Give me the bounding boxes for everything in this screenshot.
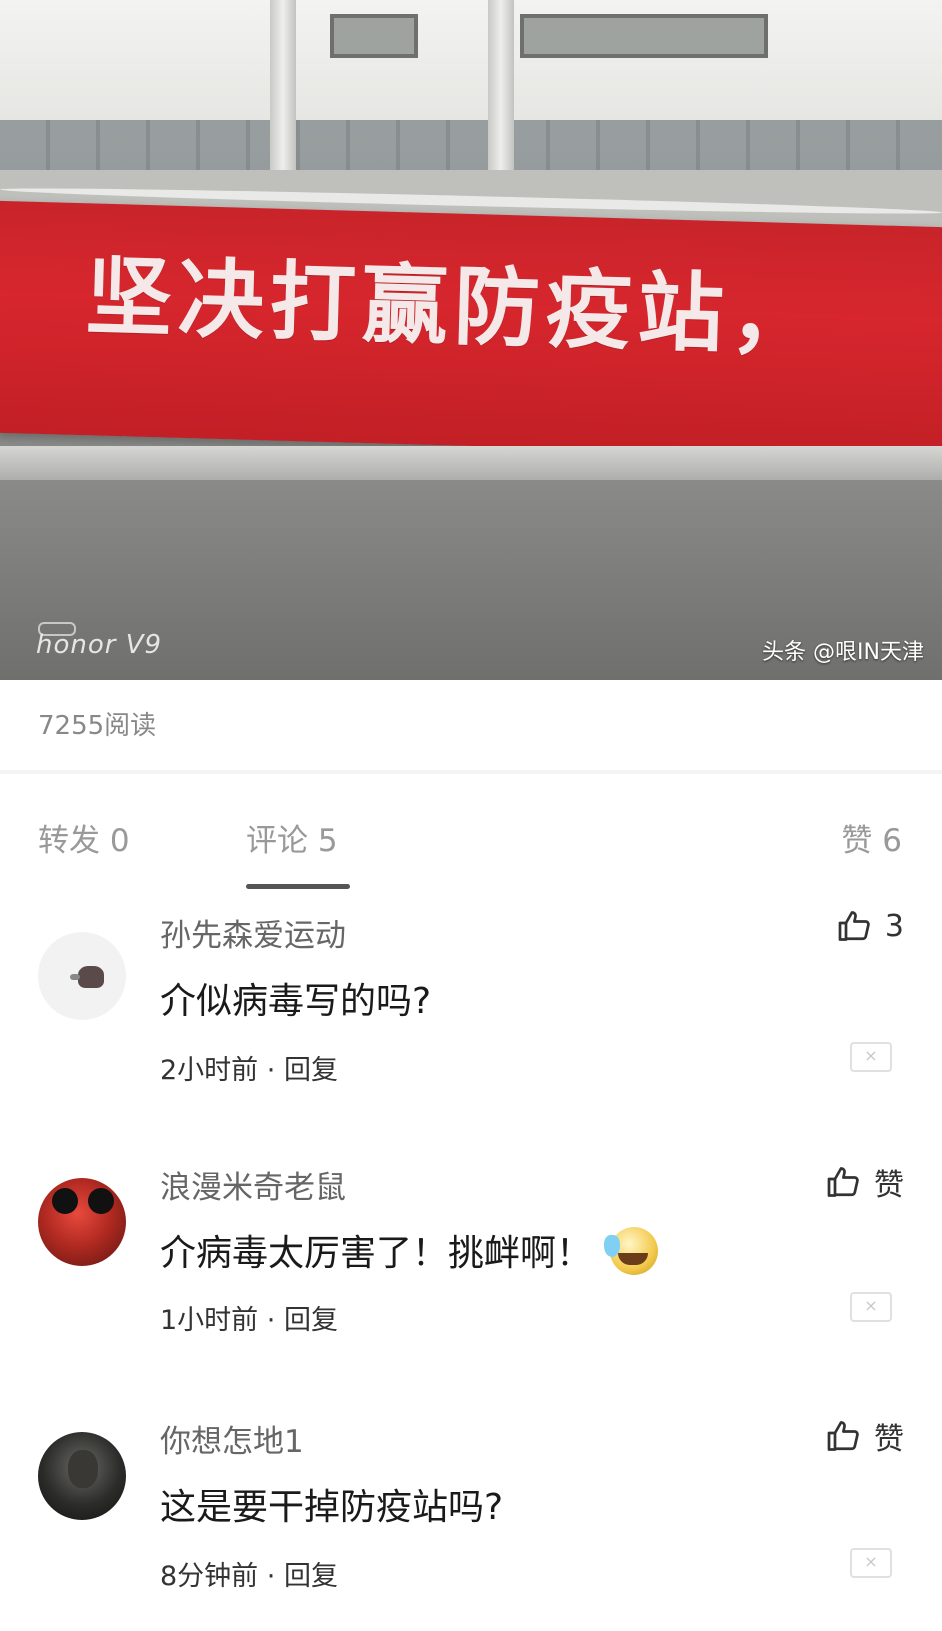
source-watermark: 头条 @哏IN天津 bbox=[762, 640, 924, 665]
thumb-up-icon bbox=[838, 911, 870, 941]
comment-text: 介病毒太厉害了！挑衅啊！ bbox=[160, 1224, 659, 1279]
dislike-close-button[interactable]: × bbox=[850, 1292, 892, 1322]
comment-username[interactable]: 你想怎地1 bbox=[160, 1416, 304, 1461]
dislike-close-button[interactable]: × bbox=[850, 1548, 892, 1578]
reply-button[interactable]: 回复 bbox=[284, 1305, 338, 1336]
comment-meta: 1小时前 · 回复 bbox=[160, 1298, 338, 1337]
tab-forward[interactable]: 转发 0 bbox=[38, 815, 130, 860]
meta-separator: · bbox=[266, 1055, 284, 1086]
avatar[interactable] bbox=[38, 1178, 126, 1266]
tab-likes[interactable]: 赞 6 bbox=[841, 815, 902, 860]
photo-curb bbox=[0, 446, 942, 484]
avatar-figure bbox=[78, 966, 104, 988]
section-divider bbox=[0, 770, 942, 774]
post-photo[interactable]: 坚决打赢防疫站， honor V9 头条 @哏IN天津 bbox=[0, 0, 942, 680]
comment-username[interactable]: 孙先森爱运动 bbox=[160, 910, 346, 955]
photo-brick-base bbox=[0, 120, 942, 170]
comment-username[interactable]: 浪漫米奇老鼠 bbox=[160, 1162, 346, 1207]
meta-separator: · bbox=[266, 1561, 284, 1592]
photo-pole bbox=[270, 0, 296, 185]
camera-watermark: honor V9 bbox=[36, 630, 163, 660]
read-count: 7255阅读 bbox=[38, 711, 157, 741]
comment-text: 介似病毒写的吗? bbox=[160, 981, 432, 1022]
photo-wall bbox=[0, 0, 942, 120]
avatar-figure bbox=[70, 974, 80, 980]
dislike-close-button[interactable]: × bbox=[850, 1042, 892, 1072]
like-count: 3 bbox=[884, 908, 904, 944]
laughing-crying-emoji-icon bbox=[604, 1227, 659, 1275]
avatar[interactable] bbox=[38, 932, 126, 1020]
comment-meta: 2小时前 · 回复 bbox=[160, 1048, 338, 1087]
like-label: 赞 bbox=[874, 1168, 904, 1203]
reply-button[interactable]: 回复 bbox=[284, 1561, 338, 1592]
photo-window bbox=[330, 14, 418, 58]
avatar-figure bbox=[52, 1188, 78, 1214]
photo-window bbox=[520, 14, 768, 58]
comment-text-content: 介病毒太厉害了！挑衅啊！ bbox=[160, 1233, 593, 1274]
comment-meta: 8分钟前 · 回复 bbox=[160, 1554, 338, 1593]
thumb-up-icon bbox=[827, 1421, 859, 1451]
avatar[interactable] bbox=[38, 1432, 126, 1520]
like-button[interactable]: 赞 bbox=[826, 1160, 904, 1204]
thumb-up-icon bbox=[827, 1167, 859, 1197]
avatar-figure bbox=[68, 1450, 98, 1488]
reply-button[interactable]: 回复 bbox=[284, 1055, 338, 1086]
avatar-figure bbox=[88, 1188, 114, 1214]
tab-comments[interactable]: 评论 5 bbox=[246, 815, 338, 860]
like-button[interactable]: 3 bbox=[837, 908, 904, 944]
comment-time: 2小时前 bbox=[160, 1055, 259, 1086]
photo-pole bbox=[488, 0, 514, 185]
like-label: 赞 bbox=[874, 1422, 904, 1457]
comment-time: 1小时前 bbox=[160, 1305, 259, 1336]
comment-time: 8分钟前 bbox=[160, 1561, 259, 1592]
active-tab-indicator bbox=[246, 884, 350, 889]
like-button[interactable]: 赞 bbox=[826, 1414, 904, 1458]
meta-separator: · bbox=[266, 1305, 284, 1336]
banner-text: 坚决打赢防疫站， bbox=[84, 247, 824, 368]
comment-text: 这是要干掉防疫站吗? bbox=[160, 1487, 504, 1528]
